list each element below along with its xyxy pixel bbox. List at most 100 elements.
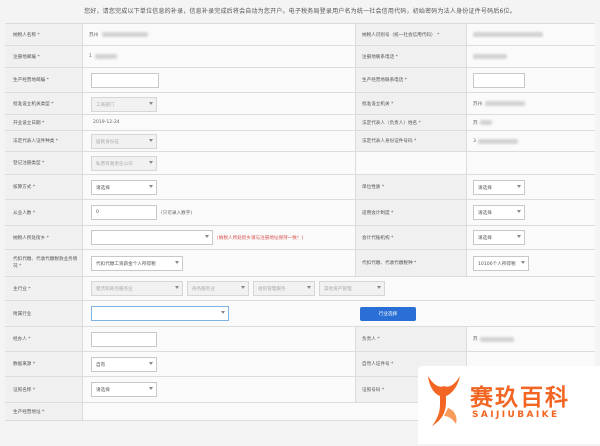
chevron-down-icon bbox=[517, 235, 521, 238]
form-row: 生产经营地邮编 * 生产经营地联系电话 * bbox=[5, 68, 595, 93]
redacted-blur bbox=[473, 32, 543, 37]
accounting-agency-label: 会计代账机构 * bbox=[355, 226, 467, 249]
reg-phone-label: 注册地联系电话 * bbox=[355, 46, 467, 67]
chevron-down-icon bbox=[175, 286, 179, 289]
registration-type-label: 登记注册类型 * bbox=[5, 152, 83, 174]
biz-postcode-label: 生产经营地邮编 * bbox=[5, 68, 83, 92]
redacted-blur bbox=[479, 336, 514, 342]
redacted-blur bbox=[477, 138, 518, 144]
form-row: 代扣代缴、代收代缴税款业务情况 * 代扣代缴工资薪金个人所得税 代扣代缴、代收代… bbox=[5, 250, 595, 277]
industry-category-select[interactable]: 租赁和商务服务业 bbox=[91, 281, 183, 296]
chevron-down-icon bbox=[149, 185, 153, 188]
chevron-down-icon bbox=[521, 261, 525, 264]
accounting-system-label: 适用会计制度 * bbox=[355, 200, 467, 225]
approval-authority-value: 苏州 bbox=[473, 101, 483, 107]
taxpayer-name-label: 纳税人名称 * bbox=[5, 24, 83, 45]
whale-tail-logo-icon bbox=[428, 376, 460, 426]
redacted-blur bbox=[479, 120, 492, 125]
reg-postcode-label: 注册地邮编 * bbox=[5, 46, 83, 67]
handler-label: 经办人 * bbox=[5, 327, 83, 351]
form-row: 批准设立机关类型 * 工商部门 批准设立机关 * 苏州 bbox=[5, 93, 595, 115]
accounting-system-select[interactable]: 请选择 bbox=[473, 205, 525, 220]
legal-rep-name-label: 法定代表人（负责人）姓名 * bbox=[355, 115, 467, 130]
opening-date-value: 2019-12-24 bbox=[93, 120, 120, 125]
approval-authority-type-select[interactable]: 工商部门 bbox=[91, 97, 157, 112]
saijiubaike-logo: 赛玖百科 SAIJIUBAIKE bbox=[418, 366, 600, 444]
sub-industry-label: 附属行业 bbox=[5, 301, 83, 326]
form-row: 开业设立日期 * 2019-12-24 法定代表人（负责人）姓名 * 苏 bbox=[5, 115, 595, 131]
industry-major-select[interactable]: 商务服务业 bbox=[187, 281, 249, 296]
chevron-down-icon bbox=[241, 286, 245, 289]
license-name-select[interactable]: 请选择 bbox=[91, 382, 157, 397]
unit-nature-select[interactable]: 请选择 bbox=[473, 180, 525, 195]
chevron-down-icon bbox=[517, 210, 521, 213]
industry-minor-select[interactable]: 其他资产管理 bbox=[319, 281, 385, 296]
taxpayer-street-select[interactable] bbox=[91, 230, 213, 245]
sub-industry-select[interactable] bbox=[91, 306, 229, 321]
chevron-down-icon bbox=[517, 185, 521, 188]
redacted-blur bbox=[102, 32, 149, 37]
logo-english-text: SAIJIUBAIKE bbox=[472, 410, 560, 420]
taxpayer-street-label: 纳税人所处街乡 * bbox=[5, 226, 83, 249]
chevron-down-icon bbox=[149, 139, 153, 142]
unit-info-form: 纳税人名称 * 苏州 纳税人识别号（统一社会信用代码） * 注册地邮编 * 1 … bbox=[5, 23, 595, 421]
withholding-business-label: 代扣代缴、代收代缴税款业务情况 * bbox=[5, 250, 83, 276]
registration-form-page: 您好，请您完成以下单位信息的补录，信息补录完成后将会自动为您开户。电子税务局登录… bbox=[0, 0, 600, 446]
handler-input[interactable] bbox=[91, 332, 157, 347]
chevron-down-icon bbox=[307, 286, 311, 289]
chevron-down-icon bbox=[149, 161, 153, 164]
legal-rep-id-number-label: 法定代表人身份证件号码 * bbox=[355, 131, 467, 151]
form-row: 主行业 * 租赁和商务服务业 商务服务业 组织管理服务 其他资产管理 bbox=[5, 277, 595, 301]
reg-postcode-value: 1 bbox=[89, 54, 92, 59]
biz-phone-input[interactable] bbox=[473, 73, 525, 88]
form-row: 纳税人名称 * 苏州 纳税人识别号（统一社会信用代码） * bbox=[5, 24, 595, 46]
street-warning-hint: (纳税人所处街乡请与注册地址保持一致！) bbox=[217, 236, 304, 241]
taxpayer-id-label: 纳税人识别号（统一社会信用代码） * bbox=[355, 24, 467, 45]
employee-count-hint: (只可录入数字) bbox=[161, 211, 193, 216]
data-source-select[interactable]: 自有 bbox=[91, 357, 157, 372]
employee-count-label: 从业人数 * bbox=[5, 200, 83, 225]
employee-count-input[interactable]: 0 bbox=[91, 205, 157, 220]
accounting-agency-select[interactable]: 请选择 bbox=[473, 230, 525, 245]
logo-chinese-text: 赛玖百科 bbox=[470, 385, 570, 411]
taxpayer-name-value: 苏州 bbox=[89, 32, 99, 38]
form-row: 核算方式 * 请选择 单位性质 * 请选择 bbox=[5, 175, 595, 200]
biz-postcode-input[interactable] bbox=[91, 73, 159, 88]
accounting-method-label: 核算方式 * bbox=[5, 175, 83, 199]
redacted-blur bbox=[473, 54, 507, 59]
form-row: 法定代表人证件种类 * 居民身份证 法定代表人身份证件号码 * 3 bbox=[5, 131, 595, 152]
legal-rep-id-type-label: 法定代表人证件种类 * bbox=[5, 131, 83, 151]
form-row: 注册地邮编 * 1 注册地联系电话 * bbox=[5, 46, 595, 68]
legal-rep-id-number-value: 3 bbox=[473, 138, 476, 144]
registration-type-select[interactable]: 私营有限责任公司 bbox=[91, 156, 157, 171]
approval-authority-type-label: 批准设立机关类型 * bbox=[5, 93, 83, 114]
empty-label bbox=[355, 152, 467, 174]
withholding-tax-type-select[interactable]: 10106个人所得税 bbox=[473, 256, 529, 271]
form-row: 经办人 * 负责人 * 苏 bbox=[5, 327, 595, 352]
chevron-down-icon bbox=[149, 362, 153, 365]
industry-middle-select[interactable]: 组织管理服务 bbox=[253, 281, 315, 296]
industry-select-button[interactable]: 行业选择 bbox=[360, 307, 416, 321]
form-row: 登记注册类型 * 私营有限责任公司 bbox=[5, 152, 595, 175]
legal-rep-id-type-select[interactable]: 居民身份证 bbox=[91, 134, 157, 149]
legal-rep-name-value: 苏 bbox=[473, 120, 478, 126]
withholding-business-select[interactable]: 代扣代缴工资薪金个人所得税 bbox=[91, 256, 183, 271]
form-row: 从业人数 * 0 (只可录入数字) 适用会计制度 * 请选择 bbox=[5, 200, 595, 226]
redacted-blur bbox=[485, 101, 526, 106]
chevron-down-icon bbox=[205, 235, 209, 238]
chevron-down-icon bbox=[149, 102, 153, 105]
form-row: 纳税人所处街乡 * (纳税人所处街乡请与注册地址保持一致！) 会计代账机构 * … bbox=[5, 226, 595, 250]
chevron-down-icon bbox=[221, 311, 225, 314]
withholding-tax-type-label: 代扣代缴、代收代缴税种 * bbox=[355, 250, 467, 276]
unit-nature-label: 单位性质 * bbox=[355, 175, 467, 199]
opening-date-label: 开业设立日期 * bbox=[5, 115, 83, 130]
data-source-label: 数据来源 * bbox=[5, 352, 83, 376]
chevron-down-icon bbox=[149, 387, 153, 390]
main-industry-label: 主行业 * bbox=[5, 277, 83, 300]
accounting-method-select[interactable]: 请选择 bbox=[91, 180, 157, 195]
chevron-down-icon bbox=[377, 286, 381, 289]
responsible-person-label: 负责人 * bbox=[355, 327, 467, 351]
notice-text: 您好，请您完成以下单位信息的补录，信息补录完成后将会自动为您开户。电子税务局登录… bbox=[84, 8, 516, 15]
redacted-blur bbox=[94, 54, 117, 59]
approval-authority-label: 批准设立机关 * bbox=[355, 93, 467, 114]
